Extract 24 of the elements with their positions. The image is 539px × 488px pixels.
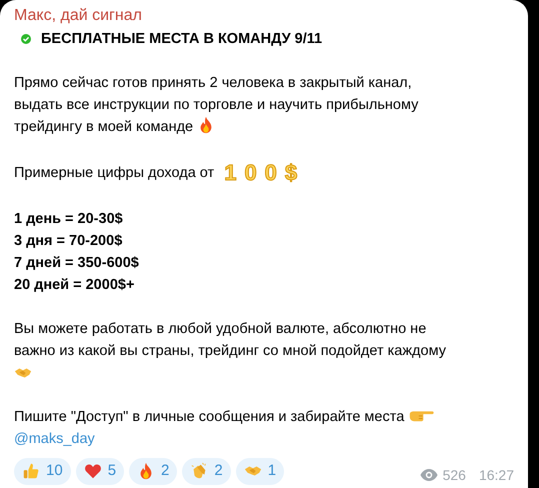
sender-name: Макс, дай сигнал — [14, 6, 142, 26]
income-line: 1 день = 20-30$ — [14, 210, 123, 229]
income-line: 3 дня = 70-200$ — [14, 232, 122, 251]
reaction-chip[interactable]: 5 — [76, 458, 124, 484]
headline: БЕСПЛАТНЫЕ МЕСТА В КОМАНДУ 9/11 — [41, 30, 322, 49]
eye-icon — [420, 469, 438, 481]
message-paragraph: Прямо сейчас готов принять 2 человека в закрытый канал, выдать все инструкции по торговле и научить прибыльному трейдингу в моей команде — [14, 74, 418, 137]
income-line: 20 дней = 2000$+ — [14, 276, 134, 295]
reaction-chip[interactable]: 2 — [182, 458, 231, 484]
message-paragraph: Пишите "Доступ" в личные сообщения и забирайте места — [14, 406, 514, 428]
message-text: Примерные цифры дохода от — [14, 164, 214, 183]
income-line: 7 дней = 350-600$ — [14, 254, 139, 273]
reaction-chip[interactable]: 10 — [14, 458, 71, 484]
amount-balloon-text: 100$ — [224, 160, 306, 186]
thumbs-up-icon — [22, 462, 40, 480]
reaction-chip[interactable]: 2 — [129, 458, 178, 484]
message-time: 16:27 — [478, 466, 514, 485]
message-paragraph: Вы можете работать в любой удобной валюте, абсолютно не важно из какой вы страны, трейдинг со мной подойдет каждому — [14, 320, 446, 361]
heart-icon — [84, 462, 102, 480]
username-link[interactable]: @maks_day — [14, 428, 95, 450]
clapping-hands-icon — [190, 462, 208, 480]
check-circle-icon — [21, 34, 31, 44]
reaction-chip[interactable]: 1 — [236, 458, 284, 484]
view-count: 526 — [442, 466, 466, 485]
